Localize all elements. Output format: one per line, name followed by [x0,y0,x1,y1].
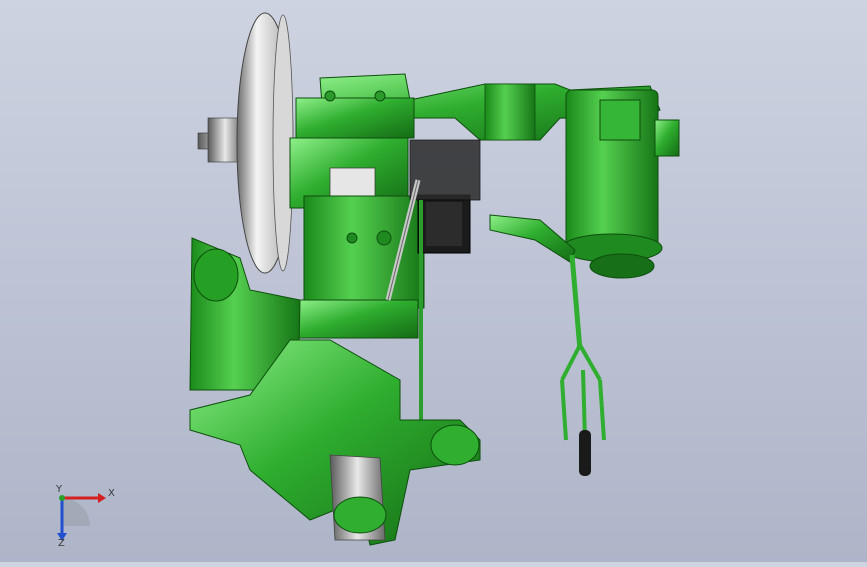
x-axis-label: X [108,488,115,499]
assembly-model[interactable] [0,0,867,562]
axis-triad: X Y Z [55,484,115,548]
right-cylinder [561,89,680,279]
z-axis-label: Z [58,538,65,548]
cad-viewport[interactable] [0,0,867,562]
y-axis-dot [59,495,65,501]
flywheel [236,12,294,274]
y-axis-label: Y [55,484,63,495]
